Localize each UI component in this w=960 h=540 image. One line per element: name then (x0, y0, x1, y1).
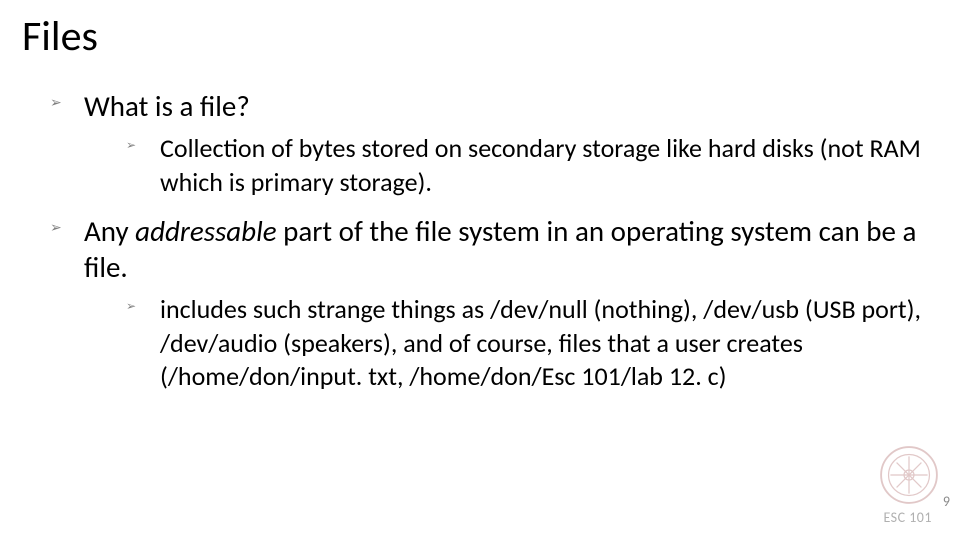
bullet-list-level2: includes such strange things as /dev/nul… (84, 293, 932, 393)
bullet-text-emphasis: secondary storage (468, 132, 660, 164)
bullet-list-level1: What is a file? Collection of bytes stor… (22, 88, 932, 393)
list-item: includes such strange things as /dev/nul… (126, 293, 932, 393)
bullet-text: What is a file? (84, 88, 250, 124)
bullet-text-part: Any (84, 213, 135, 249)
slide: Files What is a file? Collection of byte… (0, 0, 960, 540)
bullet-text-part: Collection of bytes stored on (160, 132, 468, 164)
course-code-label: ESC 101 (883, 509, 932, 526)
slide-title: Files (22, 14, 932, 60)
bullet-list-level2: Collection of bytes stored on secondary … (84, 132, 932, 199)
list-item: Collection of bytes stored on secondary … (126, 132, 932, 199)
bullet-text-emphasis: addressable (135, 213, 276, 249)
page-number: 9 (943, 493, 950, 510)
institution-seal-icon (878, 444, 940, 506)
list-item: Any addressable part of the file system … (50, 213, 932, 393)
bullet-text: includes such strange things as /dev/nul… (160, 293, 921, 392)
list-item: What is a file? Collection of bytes stor… (50, 88, 932, 199)
